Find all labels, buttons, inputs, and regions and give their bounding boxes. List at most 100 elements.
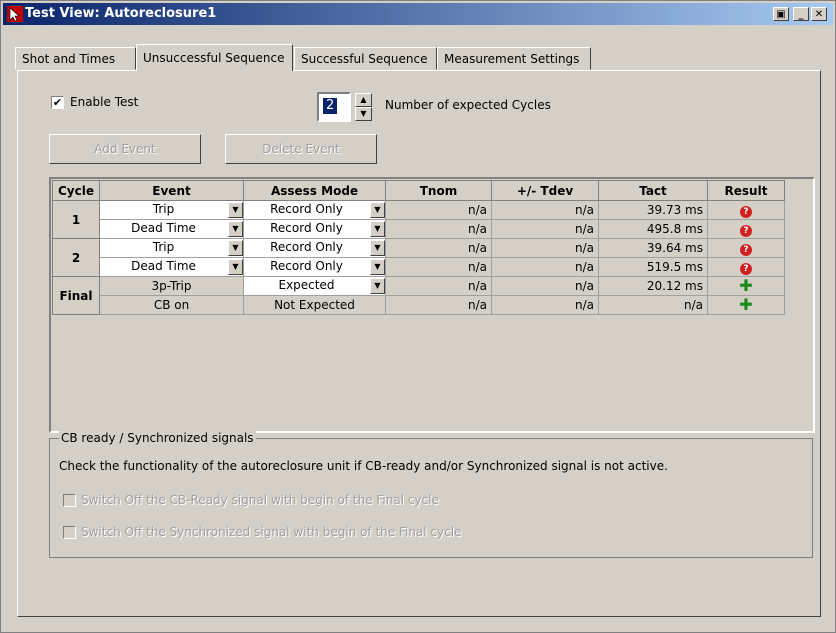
dropdown-arrow-icon[interactable]: ▼ <box>228 259 243 275</box>
assess-combo[interactable]: Expected ▼ <box>243 276 386 296</box>
event-cell: 3p-Trip <box>99 276 244 296</box>
tact-cell: 39.73 ms <box>598 200 708 220</box>
assess-value: Record Only <box>270 259 343 273</box>
cycles-value: 2 <box>323 98 338 114</box>
fail-icon: ? <box>740 243 752 256</box>
test-view-window: Test View: Autoreclosure1 ▣ _ ✕ Shot and… <box>0 0 836 633</box>
dropdown-arrow-icon[interactable]: ▼ <box>228 202 243 218</box>
event-value: Trip <box>152 202 175 216</box>
event-cell: CB on <box>99 295 244 315</box>
tact-cell: 39.64 ms <box>598 238 708 258</box>
cycle-cell: Final <box>52 276 100 315</box>
table-row: Final 3p-Trip Expected ▼ n/a n/a 20.12 ms… <box>52 276 785 315</box>
assess-cell: Not Expected <box>243 295 386 315</box>
tdev-cell[interactable]: n/a <box>491 200 599 220</box>
cb-group-description: Check the functionality of the autoreclo… <box>59 459 668 473</box>
header-event[interactable]: Event <box>99 180 244 201</box>
table-row: 2 Trip ▼ Record Only ▼ n/a n/a 39.64 ms ? <box>52 238 785 277</box>
header-tdev[interactable]: +/- Tdev <box>491 180 599 201</box>
result-cell: ? <box>707 238 785 258</box>
event-value: Trip <box>152 240 175 254</box>
event-combo[interactable]: Trip ▼ <box>99 238 244 258</box>
restore-button[interactable]: ▣ <box>773 7 789 21</box>
fail-icon: ? <box>740 224 752 237</box>
enable-test-checkbox[interactable]: ✔ <box>51 96 64 109</box>
spinner-down-button[interactable]: ▼ <box>355 107 372 121</box>
pass-icon: ✚ <box>739 295 753 314</box>
cycles-spinner-input[interactable]: 2 <box>317 92 351 122</box>
cycle-cell: 2 <box>52 238 100 277</box>
cb-ready-off-checkbox[interactable] <box>63 494 76 507</box>
tact-cell: n/a <box>598 295 708 315</box>
result-cell: ? <box>707 200 785 220</box>
result-cell: ? <box>707 257 785 277</box>
assess-value: Record Only <box>270 221 343 235</box>
event-value: Dead Time <box>131 259 196 273</box>
tdev-cell[interactable]: n/a <box>491 257 599 277</box>
close-button[interactable]: ✕ <box>811 7 827 21</box>
cb-ready-off-label: Switch Off the CB-Ready signal with begi… <box>81 493 439 507</box>
tdev-cell[interactable]: n/a <box>491 276 599 296</box>
assess-value: Expected <box>278 278 335 292</box>
table-row: Dead Time ▼ Record Only ▼ n/a n/a 519.5 ms… <box>53 257 785 277</box>
enable-test-label: Enable Test <box>70 95 139 109</box>
events-table: Cycle Event Assess Mode Tnom +/- Tdev Ta… <box>52 180 785 315</box>
tab-shot-and-times[interactable]: Shot and Times <box>15 47 136 70</box>
tnom-cell[interactable]: n/a <box>385 219 492 239</box>
assess-value: Record Only <box>270 240 343 254</box>
window-title: Test View: Autoreclosure1 <box>25 6 217 21</box>
events-grid: Cycle Event Assess Mode Tnom +/- Tdev Ta… <box>49 177 815 433</box>
minimize-button[interactable]: _ <box>793 7 809 21</box>
table-row: 1 Trip ▼ Record Only ▼ n/a n/a 39.73 ms ? <box>52 200 785 239</box>
assess-combo[interactable]: Record Only ▼ <box>243 200 386 220</box>
table-row: Dead Time ▼ Record Only ▼ n/a n/a 495.8 ms… <box>53 219 785 239</box>
event-combo[interactable]: Dead Time ▼ <box>99 257 244 277</box>
add-event-button[interactable]: Add Event <box>49 134 201 164</box>
header-tnom[interactable]: Tnom <box>385 180 492 201</box>
tnom-cell[interactable]: n/a <box>385 295 492 315</box>
tdev-cell[interactable]: n/a <box>491 295 599 315</box>
header-result[interactable]: Result <box>707 180 785 201</box>
pass-icon: ✚ <box>739 276 753 295</box>
delete-event-button[interactable]: Delete Event <box>225 134 377 164</box>
tdev-cell[interactable]: n/a <box>491 238 599 258</box>
header-cycle[interactable]: Cycle <box>52 180 100 201</box>
tab-measurement-settings[interactable]: Measurement Settings <box>437 47 591 70</box>
event-combo[interactable]: Trip ▼ <box>99 200 244 220</box>
tnom-cell[interactable]: n/a <box>385 276 492 296</box>
tab-unsuccessful-sequence[interactable]: Unsuccessful Sequence <box>136 44 293 71</box>
dropdown-arrow-icon[interactable]: ▼ <box>370 221 385 237</box>
dropdown-arrow-icon[interactable]: ▼ <box>370 259 385 275</box>
event-value: Dead Time <box>131 221 196 235</box>
cycle-cell: 1 <box>52 200 100 239</box>
assess-combo[interactable]: Record Only ▼ <box>243 257 386 277</box>
sync-off-label: Switch Off the Synchronized signal with … <box>81 525 462 539</box>
header-tact[interactable]: Tact <box>598 180 708 201</box>
tnom-cell[interactable]: n/a <box>385 257 492 277</box>
dropdown-arrow-icon[interactable]: ▼ <box>370 278 385 294</box>
assess-combo[interactable]: Record Only ▼ <box>243 219 386 239</box>
title-bar[interactable]: Test View: Autoreclosure1 ▣ _ ✕ <box>3 3 833 25</box>
tdev-cell[interactable]: n/a <box>491 219 599 239</box>
event-combo[interactable]: Dead Time ▼ <box>99 219 244 239</box>
tab-successful-sequence[interactable]: Successful Sequence <box>294 47 437 70</box>
assess-combo[interactable]: Record Only ▼ <box>243 238 386 258</box>
header-assess-mode[interactable]: Assess Mode <box>243 180 386 201</box>
app-icon <box>7 6 23 22</box>
dropdown-arrow-icon[interactable]: ▼ <box>370 202 385 218</box>
spinner-up-button[interactable]: ▲ <box>355 93 372 107</box>
result-cell: ? <box>707 219 785 239</box>
fail-icon: ? <box>740 262 752 275</box>
result-cell: ✚ <box>707 295 785 315</box>
dropdown-arrow-icon[interactable]: ▼ <box>228 240 243 256</box>
result-cell: ✚ <box>707 276 785 296</box>
tact-cell: 495.8 ms <box>598 219 708 239</box>
sync-off-checkbox[interactable] <box>63 526 76 539</box>
tnom-cell[interactable]: n/a <box>385 238 492 258</box>
tnom-cell[interactable]: n/a <box>385 200 492 220</box>
assess-value: Record Only <box>270 202 343 216</box>
table-row: CB on Not Expected n/a n/a n/a ✚ <box>53 295 785 315</box>
dropdown-arrow-icon[interactable]: ▼ <box>370 240 385 256</box>
dropdown-arrow-icon[interactable]: ▼ <box>228 221 243 237</box>
tact-cell: 519.5 ms <box>598 257 708 277</box>
